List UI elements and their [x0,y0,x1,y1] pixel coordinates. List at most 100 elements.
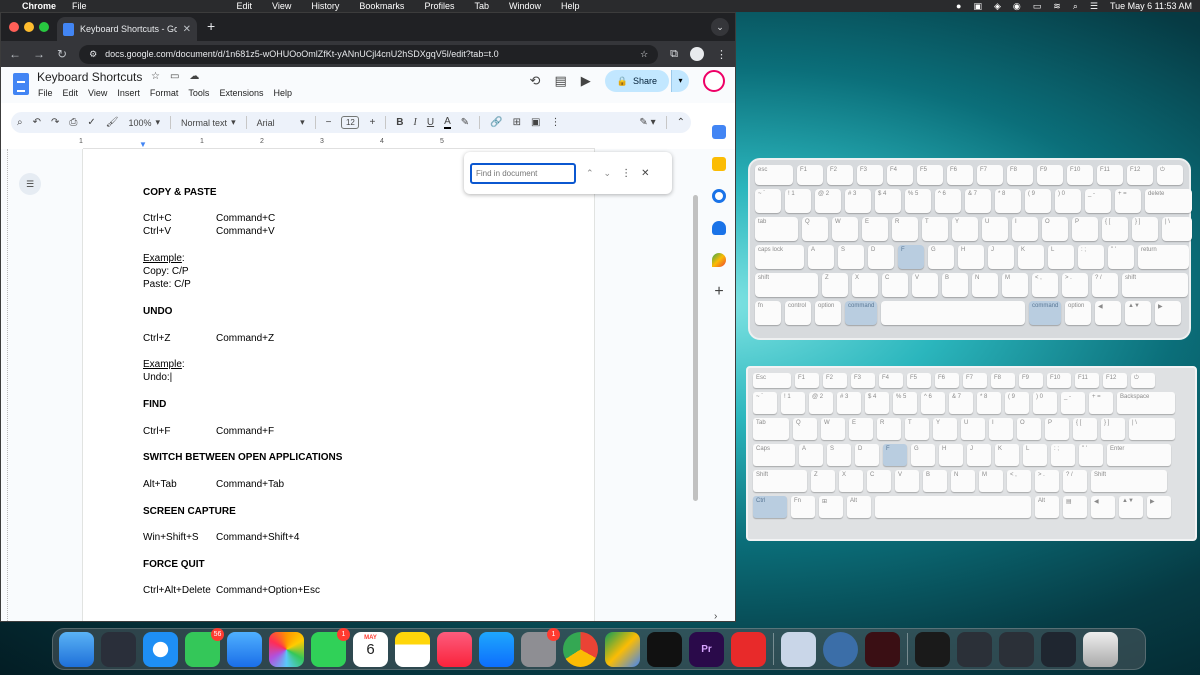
browser-tab[interactable]: Keyboard Shortcuts - Google Docs ✕ [57,17,197,41]
url-input[interactable]: ⚙ docs.google.com/document/d/1n681z5-wOH… [79,44,659,64]
creative-cloud-icon[interactable] [731,631,766,667]
fullscreen-window-button[interactable] [39,22,49,32]
docs-menu-file[interactable]: File [38,88,53,98]
quicktime-icon[interactable] [823,631,858,667]
share-button[interactable]: 🔒 Share [604,70,669,92]
tab-close-icon[interactable]: ✕ [183,24,191,35]
premiere-pro-icon[interactable]: Pr [689,631,724,667]
contacts-icon[interactable] [712,221,726,235]
menu-edit[interactable]: Edit [237,1,253,11]
messages-icon[interactable]: 56 [185,627,224,667]
notes-icon[interactable] [395,631,430,667]
docs-menu-extensions[interactable]: Extensions [219,88,263,98]
docs-menu-view[interactable]: View [88,88,107,98]
tab-search-button[interactable]: ⌄ [711,18,729,36]
find-close-icon[interactable]: ✕ [641,168,649,179]
find-input[interactable] [470,162,576,184]
app-store-icon[interactable] [479,631,514,667]
new-tab-button[interactable]: + [207,18,215,34]
extensions-icon[interactable]: ⧉ [670,48,678,61]
back-icon[interactable]: ← [9,47,21,61]
bold-icon[interactable]: B [396,117,403,128]
minimize-window-button[interactable] [24,22,34,32]
font-select[interactable]: Arial ▾ [257,117,305,128]
menu-help[interactable]: Help [561,1,580,11]
print-icon[interactable]: ⎙ [69,117,77,128]
control-center-icon[interactable]: ☰ [1090,1,1098,12]
add-comment-icon[interactable]: ⊞ [513,117,521,128]
shield-icon[interactable]: ◈ [994,1,1001,12]
star-icon[interactable]: ☆ [151,71,160,82]
docs-logo-icon[interactable] [13,73,29,95]
menu-tab[interactable]: Tab [474,1,489,11]
cloud-status-icon[interactable]: ☁ [189,71,199,82]
document-page[interactable]: COPY & PASTE Ctrl+C Command+C Ctrl+V Command… [82,149,595,621]
style-select[interactable]: Normal text ▾ [181,117,236,128]
version-history-icon[interactable]: ⟲ [530,73,541,89]
text-color-icon[interactable]: A [444,116,451,129]
minimized-window-thumbnail[interactable] [999,631,1034,667]
music-icon[interactable] [437,631,472,667]
underline-icon[interactable]: U [427,117,434,128]
docs-menu-edit[interactable]: Edit [63,88,79,98]
scrollbar[interactable] [693,195,698,501]
safari-icon[interactable] [143,631,178,667]
trash-icon[interactable] [1083,631,1118,667]
editing-mode-icon[interactable]: ✎ ▾ [639,117,655,128]
launchpad-icon[interactable] [101,631,136,667]
docs-menu-help[interactable]: Help [273,88,292,98]
forward-icon[interactable]: → [33,47,45,61]
spotlight-icon[interactable]: ⌕ [1073,1,1078,12]
facetime-icon[interactable]: 1 [311,627,350,667]
docs-menu-tools[interactable]: Tools [188,88,209,98]
docs-menu-format[interactable]: Format [150,88,179,98]
document-outline-icon[interactable]: ☰ [19,173,41,195]
account-avatar[interactable] [703,70,725,92]
menu-bookmarks[interactable]: Bookmarks [359,1,404,11]
photos-icon[interactable] [269,631,304,667]
undo-icon[interactable]: ↶ [33,117,41,128]
docs-menu-insert[interactable]: Insert [117,88,140,98]
expand-side-panel-icon[interactable]: › [714,611,717,621]
redo-icon[interactable]: ↷ [51,117,59,128]
menu-file[interactable]: File [72,1,87,11]
chrome-menu-icon[interactable]: ⋮ [716,48,727,61]
menu-clock[interactable]: Tue May 6 11:53 AM [1110,1,1192,11]
font-size-input[interactable]: 12 [341,116,360,129]
profile-avatar[interactable] [690,47,704,61]
add-addon-icon[interactable]: + [714,284,723,300]
increase-font-size-icon[interactable]: + [369,117,375,128]
preview-icon[interactable] [781,631,816,667]
calendar-icon[interactable] [712,125,726,139]
paint-format-icon[interactable]: 🖌 [106,117,119,128]
finder-icon[interactable] [59,631,94,667]
meet-icon[interactable]: ▶ [581,73,591,89]
close-window-button[interactable] [9,22,19,32]
decrease-font-size-icon[interactable]: − [326,117,332,128]
indent-marker-icon[interactable]: ▼ [139,140,147,149]
menu-history[interactable]: History [311,1,339,11]
find-options-icon[interactable]: ⋮ [621,168,631,179]
menu-window[interactable]: Window [509,1,541,11]
highlight-icon[interactable]: ✎ [461,117,469,128]
tasks-icon[interactable] [712,189,726,203]
bookmark-star-icon[interactable]: ☆ [640,49,648,60]
system-settings-icon[interactable]: 1 [521,627,560,667]
collapse-menus-icon[interactable]: ⌃ [677,117,685,128]
mail-icon[interactable] [227,631,262,667]
google-drive-icon[interactable] [605,631,640,667]
menu-profiles[interactable]: Profiles [424,1,454,11]
voice-memos-icon[interactable] [865,631,900,667]
record-icon[interactable]: ● [956,1,961,11]
find-previous-icon[interactable]: ⌃ [586,168,594,179]
chrome-status-icon[interactable]: ◉ [1013,1,1021,12]
reload-icon[interactable]: ↻ [57,47,67,61]
wifi-icon[interactable]: ≋ [1053,1,1061,12]
horizontal-ruler[interactable]: 1 ▼ 1 2 3 4 5 [79,137,595,149]
insert-link-icon[interactable]: 🔗 [490,117,502,128]
find-next-icon[interactable]: ⌄ [604,168,612,179]
chrome-app-icon[interactable] [563,631,598,667]
keep-icon[interactable] [712,157,726,171]
comments-icon[interactable]: ▤ [554,73,566,89]
zoom-select[interactable]: 100% ▾ [128,117,160,128]
